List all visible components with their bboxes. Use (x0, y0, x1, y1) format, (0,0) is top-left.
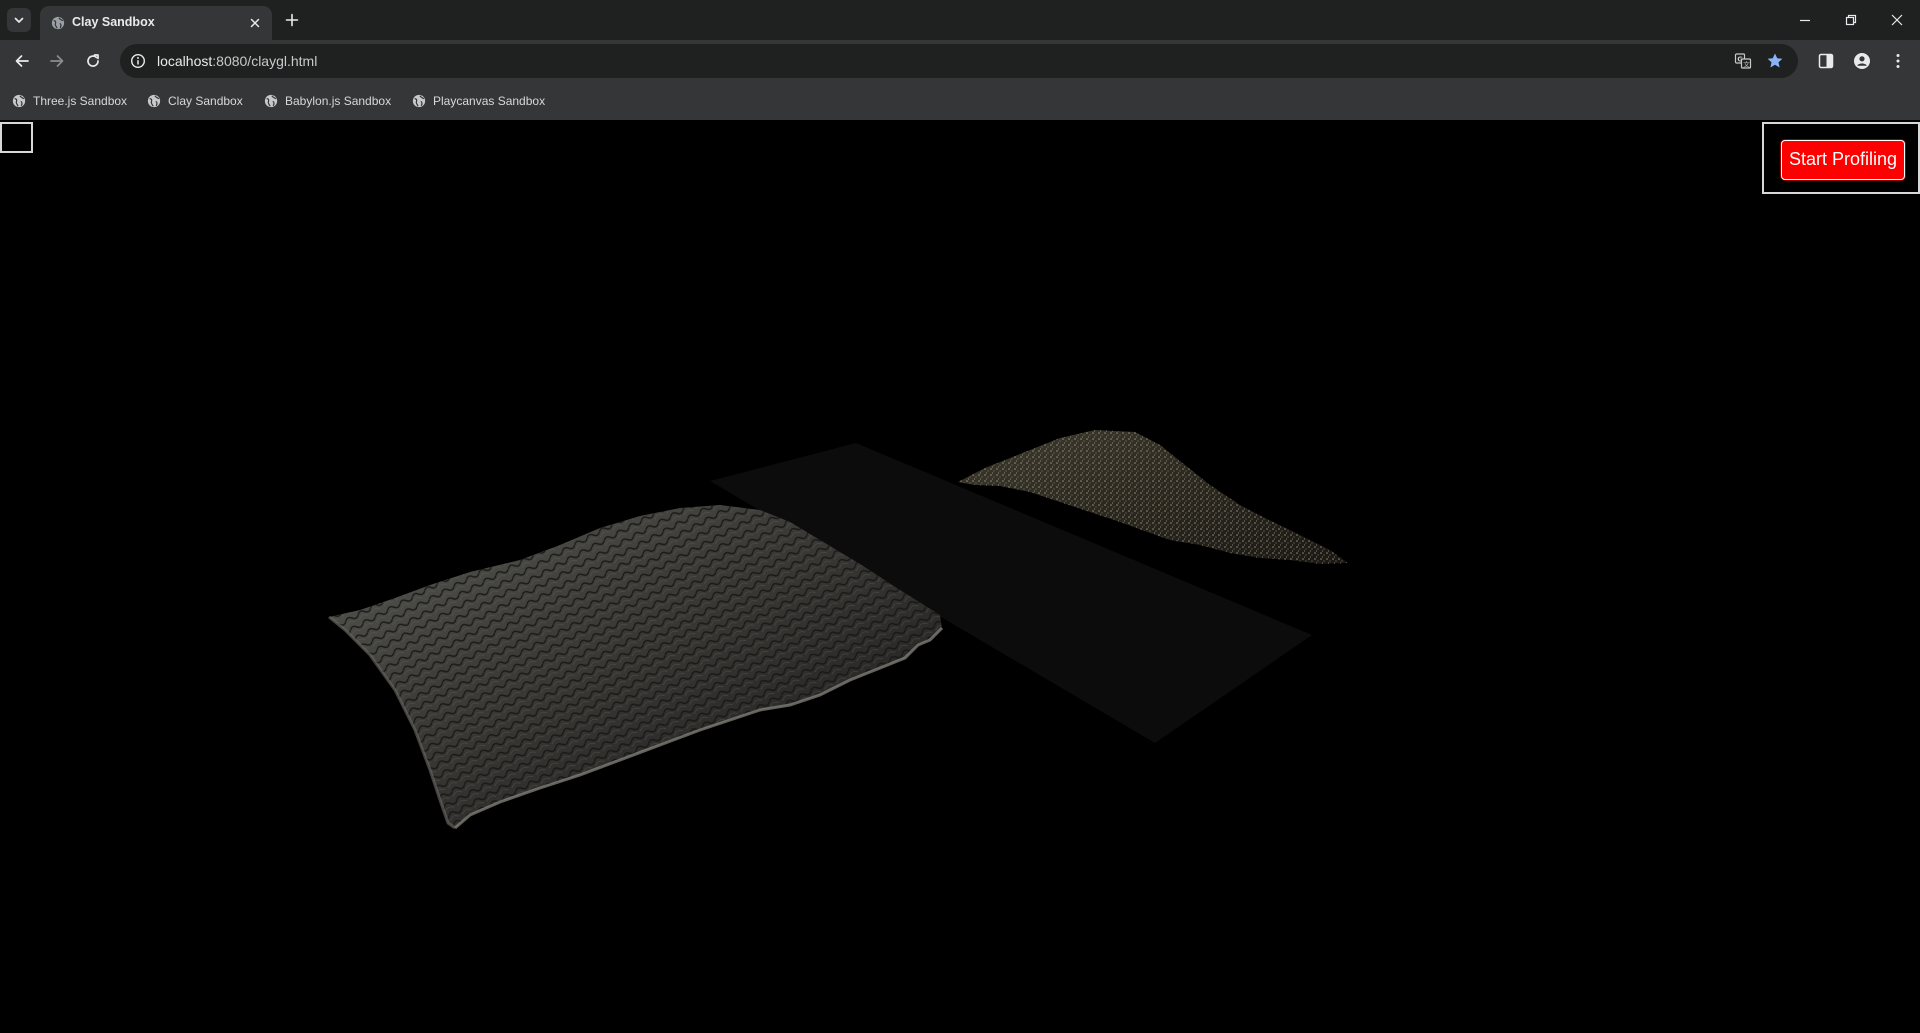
tab-title: Clay Sandbox (72, 15, 155, 29)
bookmark-playcanvas-sandbox[interactable]: Playcanvas Sandbox (412, 90, 545, 112)
minimize-icon[interactable] (1797, 12, 1813, 28)
chevron-down-icon (14, 17, 24, 23)
toolbar: localhost:8080/claygl.html G 文 (0, 40, 1920, 82)
webgl-canvas[interactable]: Start Profiling (0, 120, 1920, 1033)
reload-icon[interactable] (84, 52, 102, 70)
browser-window: Clay Sandbox localhost:8080/claygl.html … (0, 0, 1920, 1033)
url-path: :8080/claygl.html (212, 53, 318, 69)
address-bar[interactable]: localhost:8080/claygl.html G 文 (120, 44, 1798, 78)
arrow-left-icon[interactable] (13, 52, 31, 70)
bookmark-label: Babylon.js Sandbox (285, 94, 392, 108)
side-panel-icon[interactable] (1817, 52, 1835, 70)
info-icon[interactable] (130, 53, 146, 69)
globe-icon (264, 94, 278, 108)
bookmark-label: Clay Sandbox (168, 94, 243, 108)
globe-icon (147, 94, 161, 108)
url-text[interactable]: localhost:8080/claygl.html (157, 53, 317, 69)
bookmark-threejs-sandbox[interactable]: Three.js Sandbox (12, 90, 127, 112)
url-host: localhost (157, 53, 213, 69)
stats-panel[interactable] (0, 122, 33, 153)
globe-icon (12, 94, 26, 108)
close-window-icon[interactable] (1889, 12, 1905, 28)
kebab-menu-icon[interactable] (1889, 52, 1907, 70)
tab-strip: Clay Sandbox (0, 0, 1920, 40)
tab-active[interactable]: Clay Sandbox (40, 6, 272, 40)
bookmark-clay-sandbox[interactable]: Clay Sandbox (147, 90, 243, 112)
tab-search-button[interactable] (7, 8, 31, 32)
star-icon[interactable] (1766, 52, 1784, 70)
restore-icon[interactable] (1843, 12, 1859, 28)
bookmarks-bar: Three.js Sandbox Clay Sandbox Babylon.js… (0, 82, 1920, 120)
bookmark-label: Three.js Sandbox (33, 94, 128, 108)
translate-icon[interactable]: G 文 (1734, 52, 1752, 70)
plus-icon[interactable] (284, 12, 300, 28)
globe-icon (51, 16, 65, 30)
terrain-scene (328, 430, 1348, 830)
start-profiling-button[interactable]: Start Profiling (1781, 140, 1905, 180)
globe-icon (412, 94, 426, 108)
arrow-right-icon[interactable] (48, 52, 66, 70)
svg-text:文: 文 (1743, 59, 1750, 68)
person-icon[interactable] (1853, 52, 1871, 70)
profiling-panel: Start Profiling (1762, 122, 1920, 194)
bookmark-label: Playcanvas Sandbox (433, 94, 546, 108)
bookmark-babylonjs-sandbox[interactable]: Babylon.js Sandbox (264, 90, 391, 112)
close-icon[interactable] (248, 16, 262, 30)
